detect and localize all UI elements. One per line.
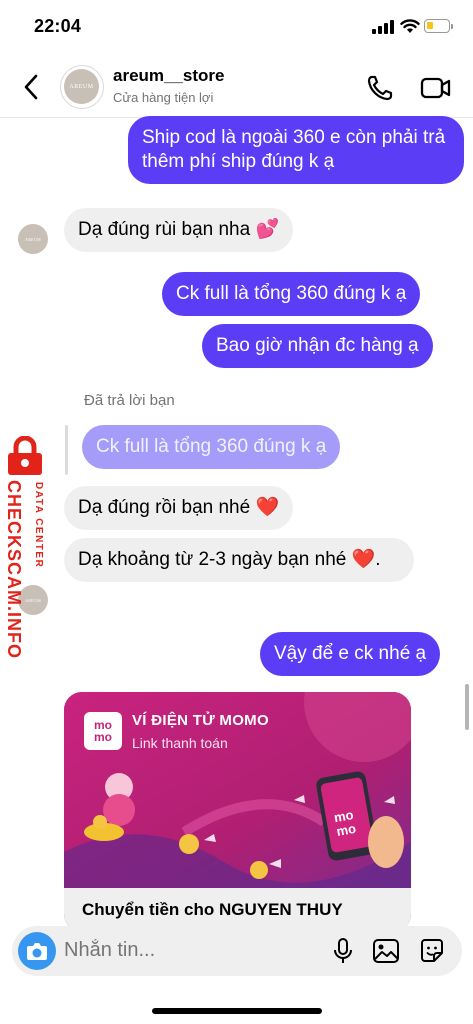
- momo-logo: mo mo: [84, 712, 122, 750]
- battery-icon: [424, 19, 453, 33]
- camera-icon: [27, 943, 47, 960]
- card-subtitle: Link thanh toán: [132, 735, 228, 751]
- wifi-icon: [400, 19, 420, 33]
- message-text: Dạ đúng rùi bạn nha 💕: [78, 219, 280, 240]
- sender-avatar[interactable]: AREUM: [18, 224, 48, 254]
- quoted-message[interactable]: Ck full là tổng 360 đúng k ạ: [82, 425, 341, 469]
- watermark-subtext: DATA CENTER: [33, 482, 44, 569]
- message-outgoing[interactable]: Ship cod là ngoài 360 e còn phải trả thê…: [128, 116, 464, 184]
- message-incoming[interactable]: Dạ đúng rồi bạn nhé ❤️: [64, 486, 294, 530]
- message-input[interactable]: [64, 939, 264, 962]
- gallery-icon[interactable]: [372, 938, 400, 964]
- avatar-logo: AREUM: [64, 69, 99, 104]
- reply-indicator: [65, 425, 68, 475]
- contact-subtitle: Cửa hàng tiện lợi: [113, 90, 214, 105]
- phone-icon[interactable]: [366, 74, 394, 102]
- message-outgoing[interactable]: Ck full là tổng 360 đúng k ạ: [162, 272, 421, 316]
- video-call-icon[interactable]: [420, 74, 452, 102]
- card-caption: Chuyển tiền cho NGUYEN THUY: [82, 900, 343, 919]
- message-text: Dạ khoảng từ 2-3 ngày bạn nhé ❤️.: [78, 549, 381, 570]
- message-text: Dạ đúng rồi bạn nhé ❤️: [78, 497, 280, 518]
- scrollbar[interactable]: [465, 684, 469, 730]
- message-incoming[interactable]: Dạ khoảng từ 2-3 ngày bạn nhé ❤️.: [64, 538, 414, 582]
- message-outgoing[interactable]: Vậy để e ck nhé ạ: [260, 632, 441, 676]
- home-indicator[interactable]: [152, 1008, 322, 1014]
- contact-name[interactable]: areum__store: [113, 66, 225, 86]
- message-incoming[interactable]: Dạ đúng rùi bạn nha 💕: [64, 208, 294, 252]
- quoted-text: Ck full là tổng 360 đúng k ạ: [96, 436, 327, 457]
- message-outgoing[interactable]: Bao giờ nhận đc hàng ạ: [202, 324, 433, 368]
- avatar[interactable]: AREUM: [60, 65, 104, 109]
- status-bar: 22:04: [0, 0, 473, 56]
- camera-button[interactable]: [18, 932, 56, 970]
- sticker-icon[interactable]: [418, 937, 446, 965]
- microphone-icon[interactable]: [330, 937, 356, 965]
- message-text: Ship cod là ngoài 360 e còn phải trả thê…: [142, 127, 446, 172]
- message-text: Bao giờ nhận đc hàng ạ: [216, 335, 419, 356]
- payment-link-card[interactable]: mo mo mo mo VÍ ĐIỆN TỬ MOMO Link thanh t…: [64, 692, 411, 932]
- watermark: CHECKSCAM.INFO DATA CENTER: [0, 436, 52, 666]
- message-text: Ck full là tổng 360 đúng k ạ: [176, 283, 407, 304]
- reply-label: Đã trả lời bạn: [84, 392, 175, 409]
- back-icon[interactable]: [20, 72, 44, 102]
- card-title: VÍ ĐIỆN TỬ MOMO: [132, 712, 269, 729]
- chat-header: AREUM areum__store Cửa hàng tiện lợi: [0, 56, 473, 118]
- message-text: Vậy để e ck nhé ạ: [274, 643, 427, 664]
- message-composer: [12, 926, 462, 976]
- status-time: 22:04: [34, 16, 82, 36]
- lock-icon: [8, 436, 42, 475]
- signal-icon: [372, 20, 396, 34]
- watermark-text: CHECKSCAM.INFO: [4, 480, 24, 659]
